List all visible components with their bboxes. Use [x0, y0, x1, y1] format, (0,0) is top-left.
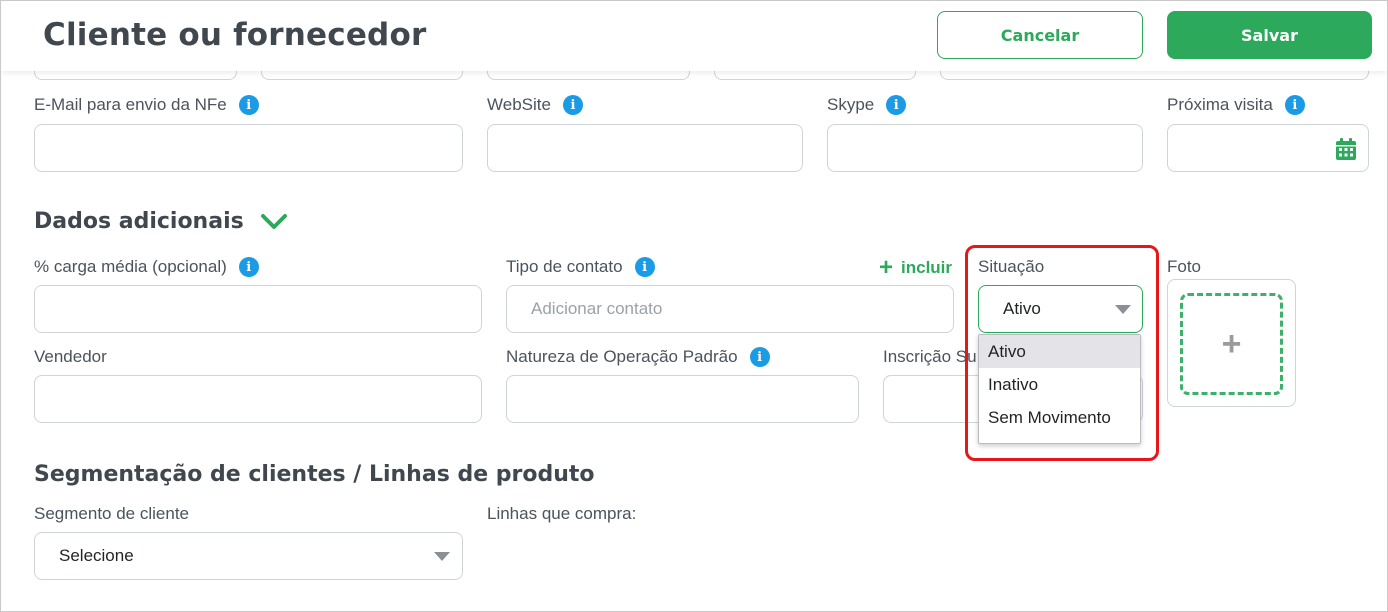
skype-input[interactable]	[827, 124, 1143, 172]
skype-label-text: Skype	[827, 95, 875, 114]
page-title: Cliente ou fornecedor	[43, 17, 427, 53]
chevron-down-icon	[1115, 305, 1131, 314]
tipo-contato-label: Tipo de contato i	[506, 257, 655, 277]
info-icon[interactable]: i	[749, 347, 770, 367]
email-nfe-label: E-Mail para envio da NFe i	[34, 95, 259, 115]
vendedor-input[interactable]	[34, 375, 482, 423]
proxima-visita-label-text: Próxima visita	[1167, 95, 1273, 114]
vendedor-label-text: Vendedor	[34, 347, 107, 366]
segmento-cliente-label: Segmento de cliente	[34, 504, 189, 524]
section-segmentacao: Segmentação de clientes / Linhas de prod…	[34, 462, 595, 487]
proxima-visita-label: Próxima visita i	[1167, 95, 1305, 115]
natureza-operacao-input[interactable]	[506, 375, 859, 423]
chevron-down-icon[interactable]	[260, 213, 288, 231]
inscricao-suframa-label-text: Inscrição Su	[883, 347, 977, 366]
inscricao-suframa-label: Inscrição Su	[883, 347, 977, 367]
website-input[interactable]	[487, 124, 803, 172]
segmento-cliente-select[interactable]: Selecione	[34, 532, 463, 580]
calendar-icon[interactable]	[1335, 137, 1357, 161]
section-dados-adicionais-title: Dados adicionais	[34, 209, 244, 234]
plus-icon: +	[1221, 325, 1242, 363]
carga-media-label-text: % carga média (opcional)	[34, 257, 227, 276]
incluir-label: incluir	[901, 258, 953, 277]
section-dados-adicionais[interactable]: Dados adicionais	[34, 209, 288, 234]
info-icon[interactable]: i	[562, 95, 583, 115]
cancel-button[interactable]: Cancelar	[937, 11, 1143, 59]
incluir-link[interactable]: + incluir	[879, 256, 952, 280]
info-icon[interactable]: i	[1284, 95, 1305, 115]
save-button[interactable]: Salvar	[1167, 11, 1372, 59]
natureza-operacao-label-text: Natureza de Operação Padrão	[506, 347, 738, 366]
linhas-compra-label: Linhas que compra:	[487, 504, 636, 524]
vendedor-label: Vendedor	[34, 347, 107, 367]
situacao-option-ativo[interactable]: Ativo	[979, 335, 1140, 368]
natureza-operacao-label: Natureza de Operação Padrão i	[506, 347, 770, 367]
linhas-compra-label-text: Linhas que compra:	[487, 504, 637, 523]
form-frame: Cliente ou fornecedor Cancelar Salvar E-…	[0, 0, 1388, 612]
info-icon[interactable]: i	[238, 257, 259, 277]
plus-icon: +	[879, 254, 894, 281]
email-nfe-label-text: E-Mail para envio da NFe	[34, 95, 227, 114]
info-icon[interactable]: i	[634, 257, 655, 277]
foto-label: Foto	[1167, 257, 1201, 277]
info-icon[interactable]: i	[886, 95, 907, 115]
tipo-contato-label-text: Tipo de contato	[506, 257, 623, 276]
segmento-cliente-label-text: Segmento de cliente	[34, 504, 189, 523]
chevron-down-icon	[434, 552, 450, 561]
email-nfe-input[interactable]	[34, 124, 463, 172]
situacao-label: Situação	[978, 257, 1044, 277]
proxima-visita-input[interactable]	[1167, 124, 1369, 172]
tipo-contato-input[interactable]: Adicionar contato	[506, 285, 954, 333]
situacao-label-text: Situação	[978, 257, 1045, 276]
foto-label-text: Foto	[1167, 257, 1202, 276]
situacao-dropdown: Ativo Inativo Sem Movimento	[978, 334, 1141, 444]
tipo-contato-placeholder: Adicionar contato	[531, 299, 663, 318]
skype-label: Skype i	[827, 95, 907, 115]
info-icon[interactable]: i	[238, 95, 259, 115]
page-header: Cliente ou fornecedor Cancelar Salvar	[1, 1, 1387, 71]
website-label-text: WebSite	[487, 95, 551, 114]
foto-dropzone[interactable]: +	[1180, 293, 1283, 395]
carga-media-label: % carga média (opcional) i	[34, 257, 259, 277]
situacao-select-value: Ativo	[1003, 299, 1041, 318]
situacao-option-inativo[interactable]: Inativo	[979, 368, 1140, 401]
website-label: WebSite i	[487, 95, 583, 115]
situacao-option-sem-movimento[interactable]: Sem Movimento	[979, 401, 1140, 434]
situacao-select[interactable]: Ativo	[978, 285, 1143, 333]
foto-upload[interactable]: +	[1167, 279, 1296, 407]
carga-media-input[interactable]	[34, 285, 482, 333]
segmento-cliente-value: Selecione	[59, 546, 134, 565]
section-segmentacao-title: Segmentação de clientes / Linhas de prod…	[34, 462, 595, 487]
